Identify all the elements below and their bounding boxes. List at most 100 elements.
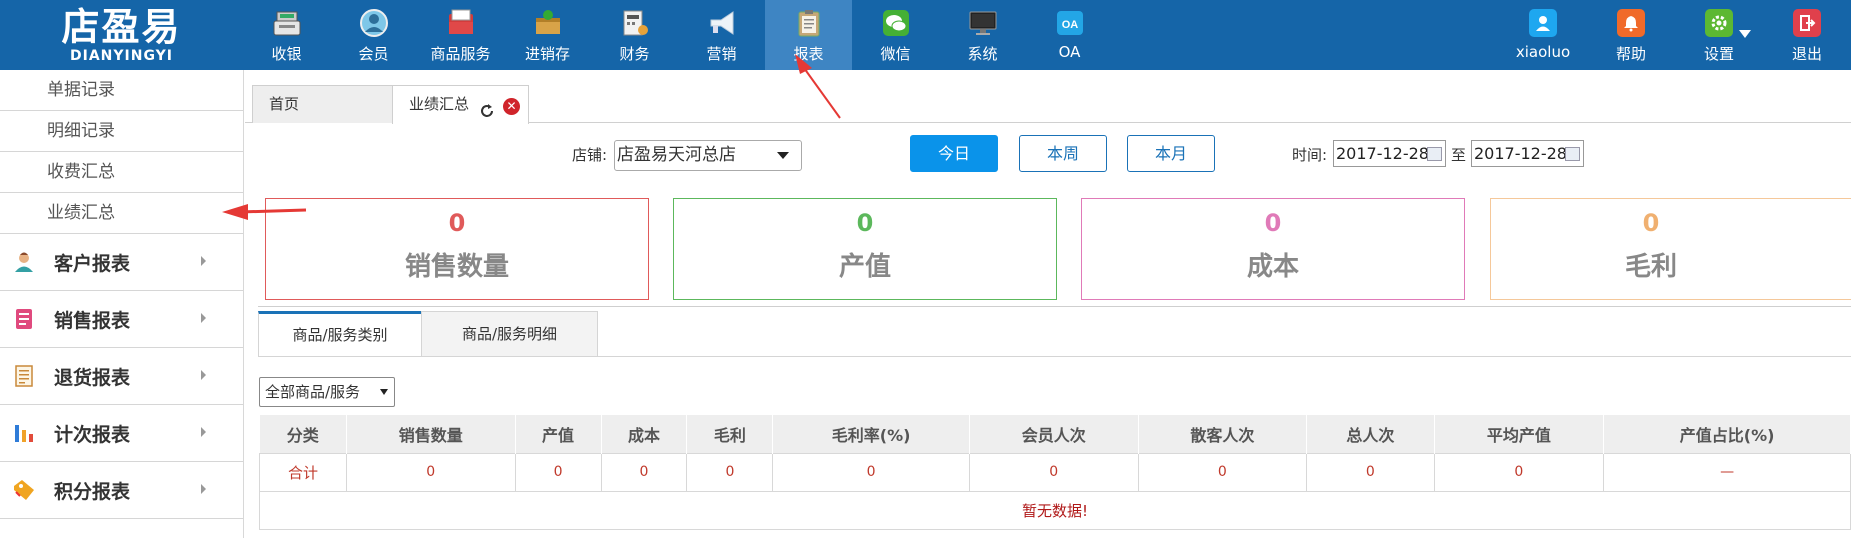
chevron-down-icon bbox=[380, 389, 388, 395]
stat-value: 0 bbox=[1264, 209, 1282, 237]
monitor-icon bbox=[967, 7, 999, 39]
table-cell: 0 bbox=[1137, 452, 1308, 492]
store-select[interactable]: 店盈易天河总店 bbox=[614, 140, 802, 171]
nav-item-marketing[interactable]: 营销 bbox=[678, 0, 765, 70]
report-icon bbox=[793, 7, 825, 39]
sidebar-group-count-report[interactable]: 计次报表 bbox=[0, 405, 243, 462]
cash-register-icon bbox=[271, 7, 303, 39]
column-header[interactable]: 毛利 bbox=[686, 415, 774, 453]
settings-menu[interactable]: 设置 bbox=[1675, 0, 1763, 70]
tab-label: 首页 bbox=[269, 95, 300, 113]
nav-label: 进销存 bbox=[524, 45, 570, 63]
member-icon bbox=[358, 7, 390, 39]
chevron-right-icon bbox=[201, 313, 206, 323]
inventory-icon bbox=[532, 7, 564, 39]
nav-item-cashier[interactable]: 收银 bbox=[243, 0, 330, 70]
help-button[interactable]: 帮助 bbox=[1587, 0, 1675, 70]
column-header[interactable]: 销售数量 bbox=[346, 415, 516, 453]
table-total-row: 合计 0 0 0 0 0 0 0 0 0 — bbox=[259, 452, 1851, 492]
close-icon[interactable]: ✕ bbox=[503, 98, 520, 115]
stat-label: 毛利 bbox=[1624, 252, 1677, 282]
chevron-right-icon bbox=[201, 370, 206, 380]
chevron-right-icon bbox=[201, 256, 206, 266]
column-header[interactable]: 产值 bbox=[515, 415, 602, 453]
stat-label: 销售数量 bbox=[404, 252, 509, 282]
chevron-right-icon bbox=[201, 484, 206, 494]
column-header[interactable]: 会员人次 bbox=[969, 415, 1139, 453]
date-to-input[interactable]: 2017-12-28 bbox=[1471, 140, 1584, 167]
calendar-icon[interactable] bbox=[1565, 147, 1580, 161]
sidebar-item-charge-summary[interactable]: 收费汇总 bbox=[0, 152, 243, 193]
table-cell: 合计 bbox=[259, 452, 347, 492]
sidebar-item-performance-summary[interactable]: 业绩汇总 bbox=[0, 193, 243, 234]
nav-item-inventory[interactable]: 进销存 bbox=[504, 0, 591, 70]
nav-label: 财务 bbox=[619, 45, 650, 63]
tab-performance-summary[interactable]: 业绩汇总 ✕ bbox=[392, 85, 529, 124]
group-label: 退货报表 bbox=[54, 366, 131, 389]
store-label: 店铺: bbox=[572, 146, 608, 164]
stat-value: 0 bbox=[448, 209, 466, 237]
column-header[interactable]: 平均产值 bbox=[1434, 415, 1605, 453]
bar-chart-icon bbox=[12, 421, 36, 445]
column-header[interactable]: 毛利率(%) bbox=[772, 415, 970, 453]
column-header[interactable]: 散客人次 bbox=[1138, 415, 1308, 453]
nav-item-finance[interactable]: 财务 bbox=[591, 0, 678, 70]
column-header[interactable]: 分类 bbox=[259, 415, 347, 453]
sidebar-group-points-report[interactable]: 积分报表 bbox=[0, 462, 243, 519]
table-cell: 0 bbox=[1433, 452, 1605, 492]
tab-category[interactable]: 商品/服务类别 bbox=[258, 311, 422, 357]
sidebar-group-customer-report[interactable]: 客户报表 bbox=[0, 234, 243, 291]
stat-card-sales-qty: 0 销售数量 bbox=[265, 198, 649, 300]
top-navbar: 店盈易 DIANYINGYI 收银 会员 商品服务 进销存 财务 营销 报表 微… bbox=[0, 0, 1851, 70]
table-cell: 0 bbox=[600, 452, 688, 492]
date-from-value: 2017-12-28 bbox=[1336, 144, 1429, 163]
right-nav: xiaoluo 帮助 设置 退出 bbox=[1499, 0, 1851, 70]
tab-detail[interactable]: 商品/服务明细 bbox=[421, 311, 598, 357]
group-label: 客户报表 bbox=[54, 252, 131, 275]
user-name: xiaoluo bbox=[1515, 43, 1571, 61]
stat-card-output-value: 0 产值 bbox=[673, 198, 1057, 300]
category-select[interactable]: 全部商品/服务 bbox=[259, 377, 395, 407]
calendar-icon[interactable] bbox=[1427, 147, 1442, 161]
finance-icon bbox=[619, 7, 651, 39]
column-header[interactable]: 成本 bbox=[601, 415, 688, 453]
goods-service-icon bbox=[445, 7, 477, 39]
table-cell: 0 bbox=[345, 452, 516, 492]
user-menu[interactable]: xiaoluo bbox=[1499, 0, 1587, 70]
subtab-underline bbox=[258, 356, 1851, 357]
logout-icon bbox=[1793, 9, 1821, 37]
this-month-button[interactable]: 本月 bbox=[1127, 135, 1215, 172]
table-cell: 0 bbox=[686, 452, 774, 492]
sidebar-group-return-report[interactable]: 退货报表 bbox=[0, 348, 243, 405]
logout-button[interactable]: 退出 bbox=[1763, 0, 1851, 70]
nav-label: OA bbox=[1058, 43, 1081, 61]
date-from-input[interactable]: 2017-12-28 bbox=[1333, 140, 1446, 167]
logo-text-cn: 店盈易 bbox=[61, 4, 182, 49]
table-cell: 0 bbox=[514, 452, 602, 492]
this-week-button[interactable]: 本周 bbox=[1019, 135, 1107, 172]
group-label: 销售报表 bbox=[54, 309, 131, 332]
nav-item-system[interactable]: 系统 bbox=[939, 0, 1026, 70]
column-header[interactable]: 总人次 bbox=[1306, 415, 1435, 453]
today-button[interactable]: 今日 bbox=[910, 135, 998, 172]
logo-text-en: DIANYINGYI bbox=[70, 48, 173, 64]
sidebar-item-receipt-records[interactable]: 单据记录 bbox=[0, 70, 243, 111]
user-icon bbox=[1529, 9, 1557, 37]
summary-table: 分类 销售数量 产值 成本 毛利 毛利率(%) 会员人次 散客人次 总人次 平均… bbox=[259, 415, 1851, 530]
stat-card-gross-profit: 0 毛利 bbox=[1490, 198, 1851, 300]
nav-item-goods-service[interactable]: 商品服务 bbox=[417, 0, 504, 70]
table-cell: 0 bbox=[968, 452, 1139, 492]
sidebar-group-sales-report[interactable]: 销售报表 bbox=[0, 291, 243, 348]
app-logo[interactable]: 店盈易 DIANYINGYI bbox=[0, 0, 243, 70]
column-header[interactable]: 产值占比(%) bbox=[1603, 415, 1851, 453]
refresh-icon[interactable] bbox=[479, 96, 495, 117]
store-value: 店盈易天河总店 bbox=[617, 145, 736, 165]
return-report-icon bbox=[12, 364, 36, 388]
nav-item-oa[interactable]: OA OA bbox=[1026, 0, 1113, 70]
section-divider bbox=[258, 306, 1851, 307]
sidebar-item-detail-records[interactable]: 明细记录 bbox=[0, 111, 243, 152]
nav-item-wechat[interactable]: 微信 bbox=[852, 0, 939, 70]
tab-home[interactable]: 首页 bbox=[252, 85, 394, 123]
nav-label: 收银 bbox=[271, 45, 302, 63]
nav-item-member[interactable]: 会员 bbox=[330, 0, 417, 70]
